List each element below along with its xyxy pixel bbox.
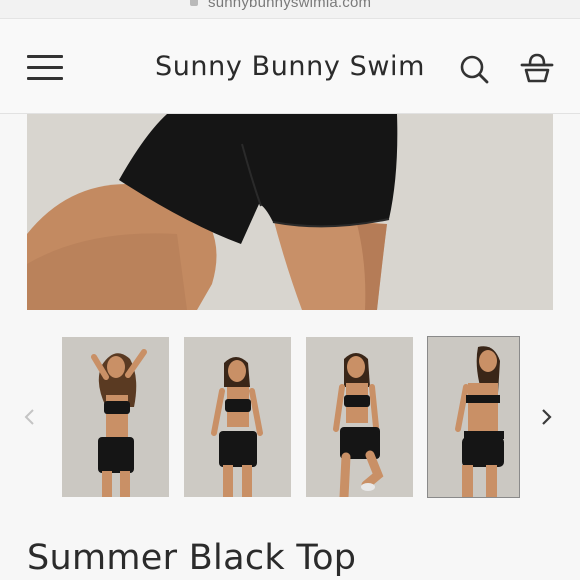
thumbnail-3-image bbox=[306, 337, 413, 497]
thumbnail-1[interactable] bbox=[62, 337, 169, 497]
thumbnail-3[interactable] bbox=[306, 337, 413, 497]
lock-icon bbox=[190, 0, 198, 6]
chevron-right-icon[interactable] bbox=[536, 407, 556, 427]
chevron-left-icon[interactable] bbox=[20, 407, 40, 427]
thumbnail-4[interactable] bbox=[427, 336, 520, 498]
site-header: Sunny Bunny Swim bbox=[0, 18, 580, 114]
url-text: sunnybunnyswimla.com bbox=[208, 0, 372, 11]
hero-illustration bbox=[27, 114, 553, 310]
thumbnail-2-image bbox=[184, 337, 291, 497]
thumbnail-1-image bbox=[62, 337, 169, 497]
thumbnail-gallery bbox=[0, 336, 580, 498]
brand-name[interactable]: Sunny Bunny Swim bbox=[0, 51, 580, 82]
search-icon[interactable] bbox=[458, 53, 490, 85]
product-hero-image[interactable] bbox=[27, 114, 553, 310]
product-title: Summer Black Top bbox=[27, 538, 357, 578]
browser-url-bar[interactable]: sunnybunnyswimla.com bbox=[0, 0, 580, 18]
thumbnail-2[interactable] bbox=[184, 337, 291, 497]
shopping-basket-icon[interactable] bbox=[519, 51, 555, 85]
thumbnail-4-image bbox=[428, 337, 519, 497]
